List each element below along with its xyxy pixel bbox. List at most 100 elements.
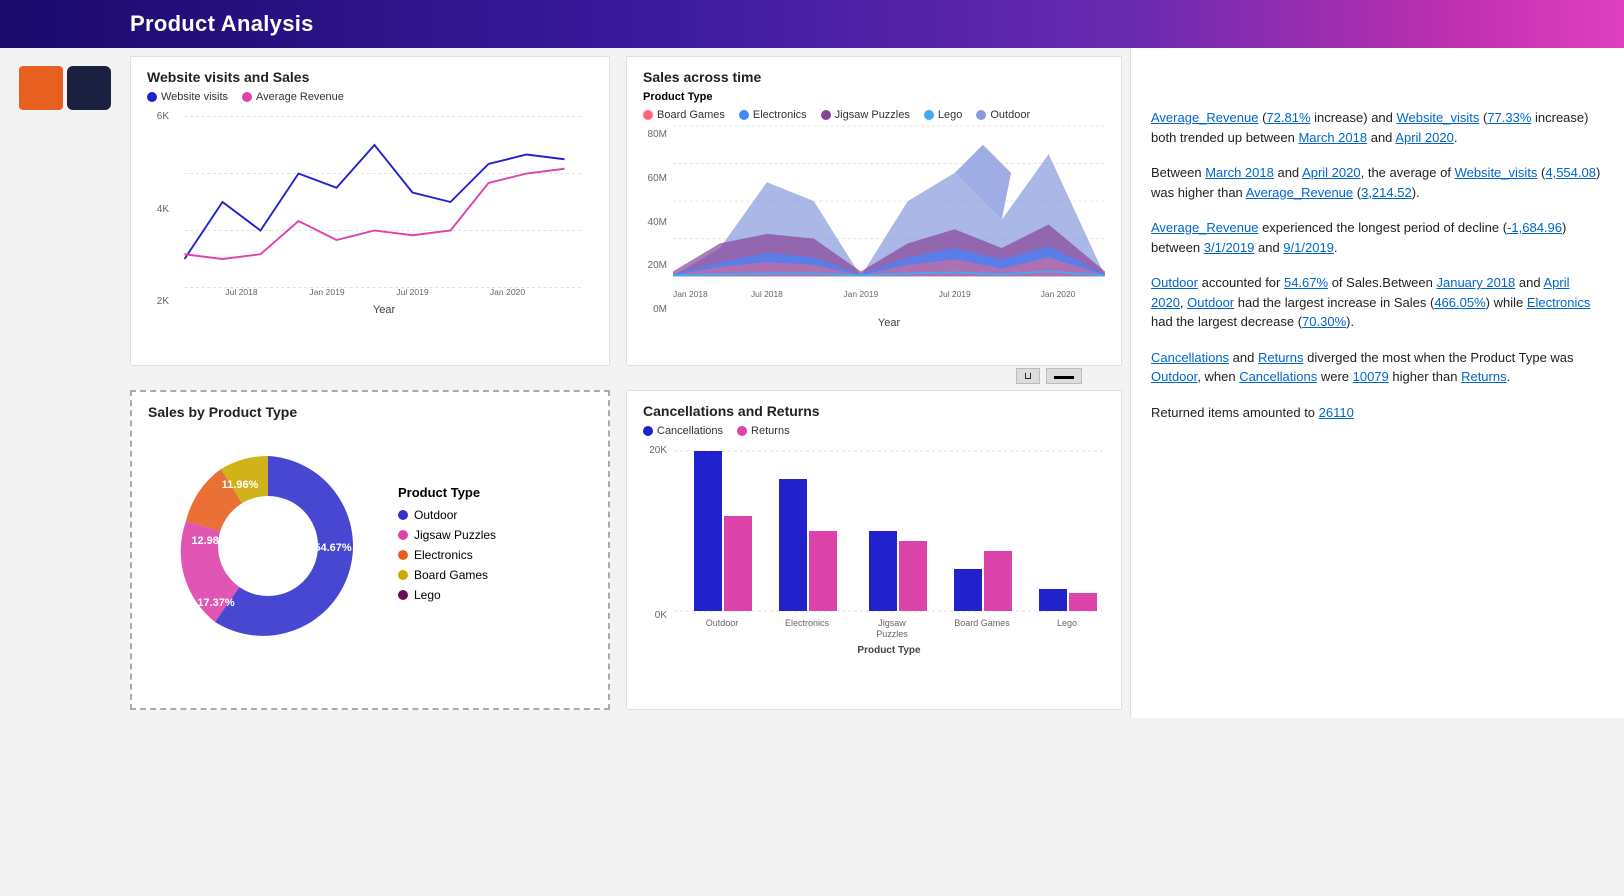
link-april-2020-2[interactable]: April 2020 (1302, 165, 1361, 180)
legend-outdoor: Outdoor (976, 109, 1030, 121)
svg-text:Jan 2019: Jan 2019 (843, 289, 878, 299)
lego-donut-dot (398, 590, 408, 600)
link-march-2018-1[interactable]: March 2018 (1298, 130, 1367, 145)
electronics-label: Electronics (753, 109, 807, 121)
outdoor-donut-label: Outdoor (414, 508, 457, 522)
header: Product Analysis (0, 0, 1624, 48)
cancellations-title: Cancellations and Returns (643, 403, 1105, 419)
outdoor-donut-dot (398, 510, 408, 520)
link-cancellations-2[interactable]: Cancellations (1239, 369, 1317, 384)
product-type-panel: Sales by Product Type (130, 390, 610, 710)
legend-website-visits: Website visits (147, 91, 228, 103)
insight-1: Average_Revenue (72.81% increase) and We… (1151, 108, 1604, 147)
link-outdoor-3[interactable]: Outdoor (1151, 369, 1197, 384)
y-axis-6k: 6K (147, 111, 169, 122)
lego-donut-label: Lego (414, 588, 441, 602)
jigsaw-donut-dot (398, 530, 408, 540)
legend-electronics-item: Electronics (398, 548, 496, 562)
lego-label: Lego (938, 109, 962, 121)
donut-legend: Product Type Outdoor Jigsaw Puzzles Elec… (398, 485, 496, 608)
link-website-visits-1[interactable]: Website_visits (1397, 110, 1480, 125)
logo-dark (67, 66, 111, 110)
svg-text:Product Type: Product Type (857, 645, 921, 656)
cancellations-legend: Cancellations Returns (643, 425, 1105, 437)
lego-dot (924, 110, 934, 120)
visits-title: Website visits and Sales (147, 69, 593, 85)
link-avg-revenue-3[interactable]: Average_Revenue (1151, 220, 1258, 235)
link-electronics-1[interactable]: Electronics (1527, 295, 1591, 310)
donut-chart-svg: 54.67% 17.37% 12.98% 11.96% (158, 436, 378, 656)
link-70-30[interactable]: 70.30% (1302, 314, 1346, 329)
logo-area (0, 48, 130, 128)
link-returns-2[interactable]: Returns (1461, 369, 1507, 384)
link-returns-1[interactable]: Returns (1258, 350, 1304, 365)
website-visits-dot (147, 92, 157, 102)
link-outdoor-1[interactable]: Outdoor (1151, 275, 1198, 290)
link-jan-2018[interactable]: January 2018 (1436, 275, 1515, 290)
link-466[interactable]: 466.05% (1434, 295, 1485, 310)
link-march-2018-2[interactable]: March 2018 (1205, 165, 1274, 180)
cancellations-panel: Cancellations and Returns Cancellations … (626, 390, 1122, 710)
insight-2: Between March 2018 and April 2020, the a… (1151, 163, 1604, 202)
link-3-1-2019[interactable]: 3/1/2019 (1204, 240, 1255, 255)
svg-text:Jan 2018: Jan 2018 (673, 289, 708, 299)
svg-text:Jul 2018: Jul 2018 (225, 287, 258, 297)
y-0m: 0M (643, 304, 667, 315)
link-54-67[interactable]: 54.67% (1284, 275, 1328, 290)
link-3214[interactable]: 3,214.52 (1361, 185, 1412, 200)
link-avg-revenue-2[interactable]: Average_Revenue (1246, 185, 1353, 200)
link-10079[interactable]: 10079 (1353, 369, 1389, 384)
avg-revenue-label: Average Revenue (256, 91, 344, 103)
insight-5: Cancellations and Returns diverged the m… (1151, 348, 1604, 387)
jigsaw-dot (821, 110, 831, 120)
donut-container: 54.67% 17.37% 12.98% 11.96% Product Type… (148, 426, 592, 666)
cancellations-dot (643, 426, 653, 436)
svg-text:11.96%: 11.96% (222, 479, 259, 491)
link-72-81[interactable]: 72.81% (1266, 110, 1310, 125)
legend-outdoor-item: Outdoor (398, 508, 496, 522)
visits-panel: Website visits and Sales Website visits … (130, 56, 610, 366)
scroll-right-btn[interactable]: ▬▬ (1046, 368, 1082, 384)
legend-jigsaw-item: Jigsaw Puzzles (398, 528, 496, 542)
insight-6: Returned items amounted to 26110 (1151, 403, 1604, 423)
svg-text:Jul 2018: Jul 2018 (751, 289, 783, 299)
link-website-visits-2[interactable]: Website_visits (1455, 165, 1538, 180)
outdoor-dot (976, 110, 986, 120)
board-games-label: Board Games (657, 109, 725, 121)
bar-y-0k: 0K (643, 610, 667, 621)
y-axis-2k: 2K (147, 296, 169, 307)
jigsaw-label: Jigsaw Puzzles (835, 109, 910, 121)
avg-revenue-dot (242, 92, 252, 102)
sales-time-title: Sales across time (643, 69, 1105, 85)
svg-text:Puzzles: Puzzles (876, 629, 908, 639)
y-60m: 60M (643, 173, 667, 184)
link-77-33[interactable]: 77.33% (1487, 110, 1531, 125)
svg-text:Jan 2019: Jan 2019 (309, 287, 344, 297)
svg-text:Board Games: Board Games (954, 618, 1010, 628)
electronics-donut-dot (398, 550, 408, 560)
cancellations-label: Cancellations (657, 425, 723, 437)
link-avg-revenue-1[interactable]: Average_Revenue (1151, 110, 1258, 125)
product-type-title: Sales by Product Type (148, 404, 592, 420)
legend-title: Product Type (398, 485, 496, 500)
svg-text:Electronics: Electronics (785, 618, 830, 628)
link-cancellations-1[interactable]: Cancellations (1151, 350, 1229, 365)
link-april-2020-1[interactable]: April 2020 (1395, 130, 1454, 145)
link-4554[interactable]: 4,554.08 (1545, 165, 1596, 180)
link-decline[interactable]: -1,684.96 (1507, 220, 1562, 235)
legend-cancellations: Cancellations (643, 425, 723, 437)
visits-x-label: Year (175, 304, 593, 316)
electronics-donut-label: Electronics (414, 548, 473, 562)
board-games-donut-label: Board Games (414, 568, 488, 582)
svg-text:Jul 2019: Jul 2019 (939, 289, 971, 299)
link-26110[interactable]: 26110 (1319, 405, 1354, 420)
legend-board-games-item: Board Games (398, 568, 496, 582)
svg-text:Jigsaw: Jigsaw (878, 618, 906, 628)
legend-board-games: Board Games (643, 109, 725, 121)
sales-time-legend: Board Games Electronics Jigsaw Puzzles (643, 109, 1030, 121)
link-9-1-2019[interactable]: 9/1/2019 (1283, 240, 1334, 255)
scroll-left-btn[interactable]: ⊔ (1016, 368, 1040, 384)
sales-time-svg: Jan 2018 Jul 2018 Jan 2019 Jul 2019 Jan … (673, 125, 1105, 310)
link-outdoor-2[interactable]: Outdoor (1187, 295, 1234, 310)
top-row: Website visits and Sales Website visits … (130, 56, 1122, 366)
